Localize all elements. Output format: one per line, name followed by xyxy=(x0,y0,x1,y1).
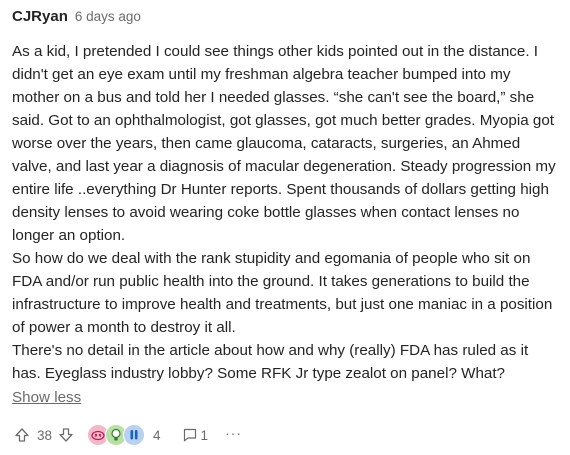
hands-icon xyxy=(123,424,146,446)
reply-bubble-icon xyxy=(183,428,197,442)
comment-header: CJRyan 6 days ago xyxy=(12,8,560,30)
show-less-link[interactable]: Show less xyxy=(12,386,81,409)
comment-paragraph-1: As a kid, I pretended I could see things… xyxy=(12,43,556,244)
author-name[interactable]: CJRyan xyxy=(12,8,68,25)
clap-down-icon[interactable] xyxy=(58,427,74,443)
comment-timestamp: 6 days ago xyxy=(74,9,141,24)
comment-body: As a kid, I pretended I could see things… xyxy=(12,40,560,409)
clap-up-icon[interactable] xyxy=(14,427,30,443)
comment-actions: 38 4 1 ··· xyxy=(14,422,242,448)
more-options-icon[interactable]: ··· xyxy=(225,426,242,443)
reply-button[interactable]: 1 xyxy=(183,427,209,443)
comment: CJRyan 6 days ago As a kid, I pretended … xyxy=(12,8,560,409)
clap-count: 38 xyxy=(37,427,53,443)
reactions-group[interactable]: 4 xyxy=(87,424,161,446)
reaction-count: 4 xyxy=(153,427,161,443)
comment-paragraph-3: There's no detail in the article about h… xyxy=(12,342,529,382)
comment-paragraph-2: So how do we deal with the rank stupidit… xyxy=(12,250,553,336)
reply-count: 1 xyxy=(200,427,209,443)
